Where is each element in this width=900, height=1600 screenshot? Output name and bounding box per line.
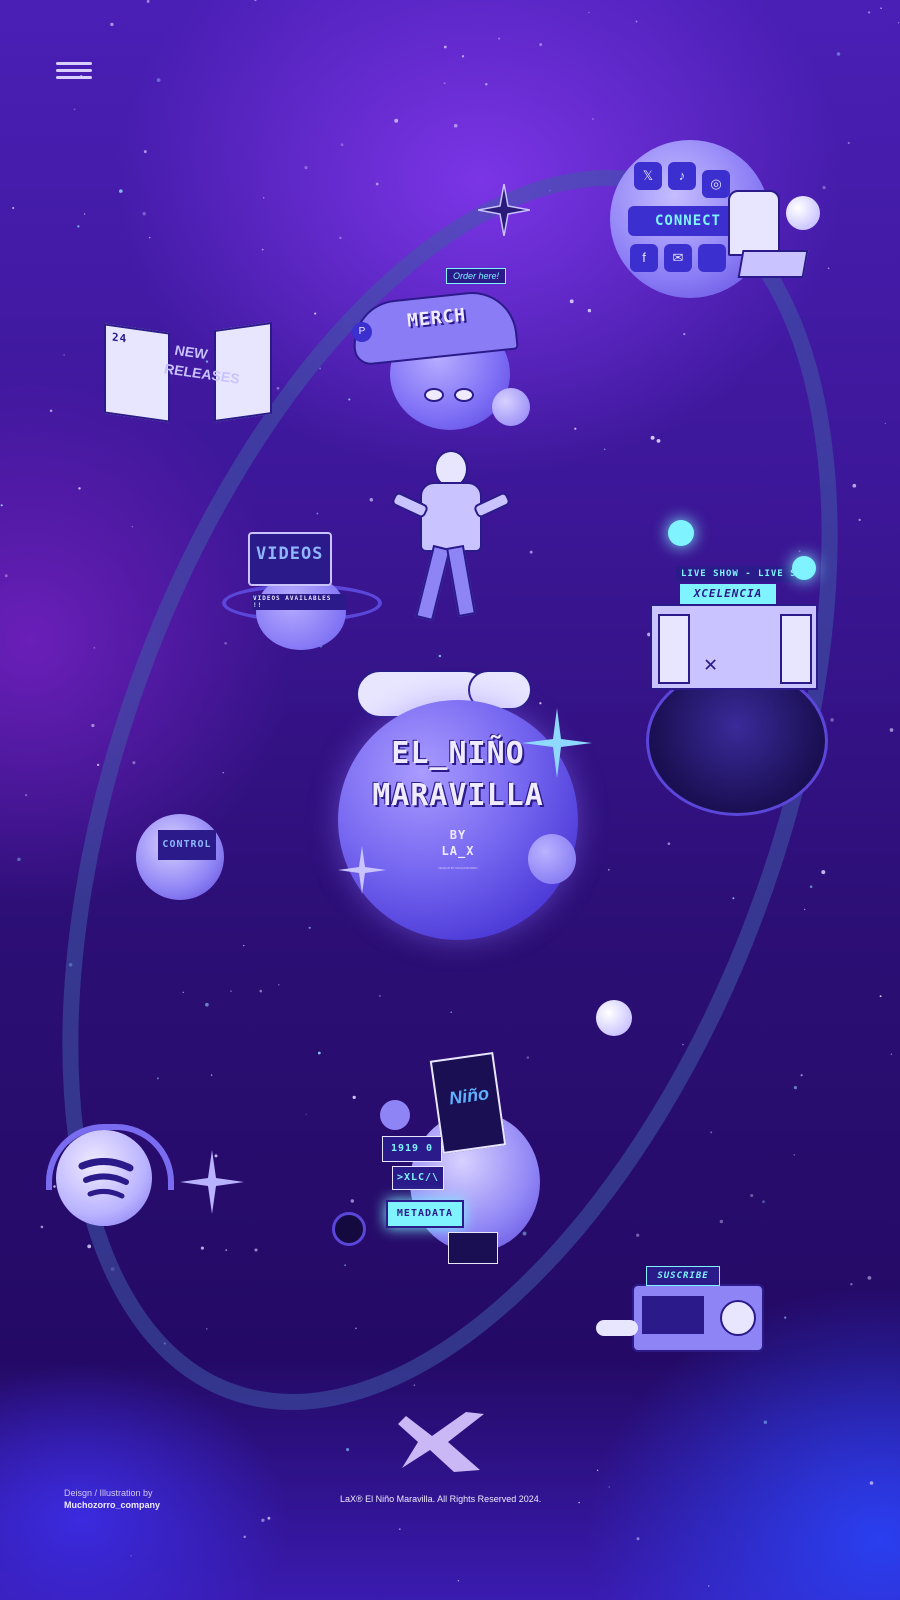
subscribe-button[interactable]: SUSCRIBE [646, 1266, 720, 1286]
x-icon[interactable]: 𝕏 [634, 162, 662, 190]
live-sign: XCELENCIA [680, 584, 776, 604]
small-moon [380, 1100, 410, 1130]
speaker-icon [780, 614, 812, 684]
small-rocket-planet [786, 196, 820, 230]
keyboard-deck [737, 250, 809, 278]
small-rocket-planet [596, 1000, 632, 1036]
nino-sign: Niño [447, 1083, 491, 1109]
tiktok-icon[interactable]: ♪ [668, 162, 696, 190]
small-moon [492, 388, 530, 426]
live-stage[interactable]: ✕ [650, 604, 818, 690]
x-stage-logo: ✕ [704, 652, 719, 677]
hero-title-line2: MARAVILLA [372, 778, 544, 813]
dark-moon [332, 1212, 366, 1246]
order-here-sign[interactable]: Order here! [446, 268, 507, 284]
speaker-icon [720, 1300, 756, 1336]
merch-label[interactable]: MERCH [406, 305, 467, 332]
copyright: LaX® El Niño Maravilla. All Rights Reser… [340, 1494, 542, 1504]
metadata-button[interactable]: METADATA [386, 1200, 464, 1228]
videos-monitor[interactable]: VIDEOS [248, 532, 332, 586]
speaker-icon [658, 614, 690, 684]
live-show-banner[interactable]: LIVE SHOW - LIVE SH [676, 566, 808, 582]
spotlight-icon [668, 520, 694, 546]
control-planet[interactable]: CONTROL [136, 814, 224, 900]
lax-logo[interactable] [396, 1408, 488, 1474]
metadata-xlc: >XLC/\ [392, 1166, 444, 1190]
videos-label[interactable]: VIDEOS [256, 544, 323, 564]
credit-name[interactable]: Muchozorro_company [64, 1500, 160, 1510]
blank-icon[interactable] [698, 244, 726, 272]
spotlight-icon [792, 556, 816, 580]
releases-number: 24 [112, 330, 128, 346]
page-canvas: 𝕏 ♪ ◎ CONNECT f ✉ MERCH Order here! P 24… [0, 0, 900, 1600]
astronaut-figure [390, 450, 512, 630]
facebook-icon[interactable]: f [630, 244, 658, 272]
new-releases-label[interactable]: NEW RELEASES [164, 338, 239, 406]
radio-screen [642, 1296, 704, 1334]
hamburger-menu-icon[interactable] [56, 62, 92, 84]
paypal-icon: P [352, 322, 372, 342]
exhaust-cloud [596, 1320, 638, 1336]
credit-label: Deisgn / Illustration by [64, 1488, 153, 1498]
arcade-machine [728, 190, 780, 256]
control-label[interactable]: CONTROL [158, 830, 216, 860]
info-card [448, 1232, 498, 1264]
eye-icon [424, 388, 444, 402]
sparkle-icon [478, 184, 530, 236]
subscribe-radio[interactable] [632, 1284, 764, 1352]
sparkle-icon [338, 846, 386, 894]
videos-subtitle: VIDEOS AVAILABLES !! [252, 594, 346, 610]
sparkle-icon [180, 1150, 244, 1214]
releases-cabinet-left[interactable]: 24 [104, 323, 170, 423]
mail-icon[interactable]: ✉ [664, 244, 692, 272]
instagram-icon[interactable]: ◎ [702, 170, 730, 198]
sparkle-icon [522, 708, 592, 778]
metadata-date: 1919 0 [382, 1136, 442, 1162]
eye-icon [454, 388, 474, 402]
small-moon [528, 834, 576, 884]
